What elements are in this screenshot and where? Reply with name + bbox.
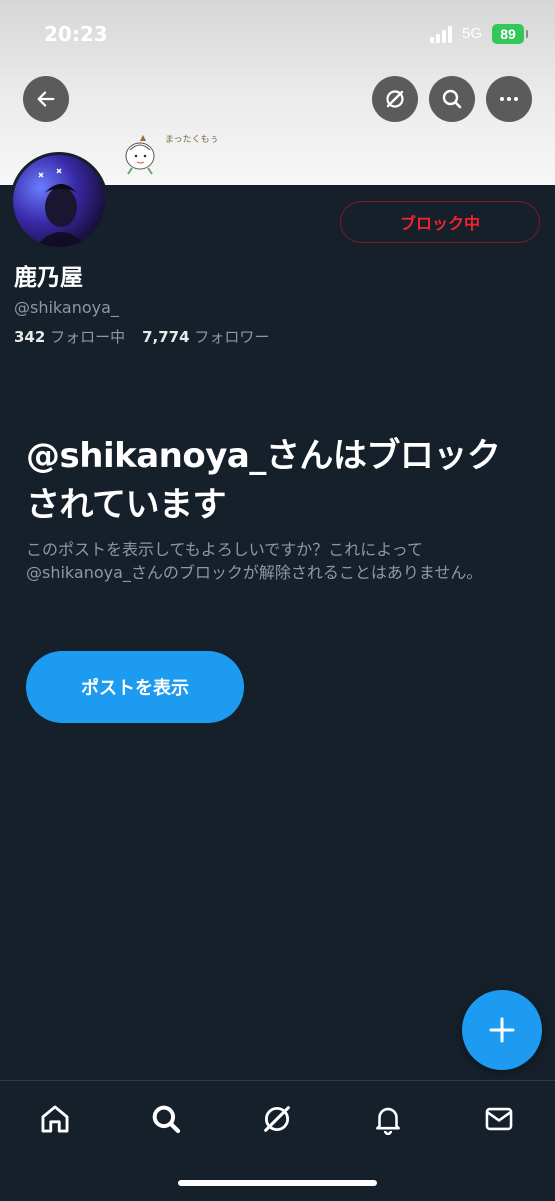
blocked-title: @shikanoya_さんはブロックされています	[26, 436, 501, 525]
more-button[interactable]	[486, 76, 532, 122]
home-icon	[41, 1105, 69, 1133]
back-button[interactable]	[23, 76, 69, 122]
grok-button[interactable]	[372, 76, 418, 122]
compose-post-button[interactable]	[462, 990, 542, 1070]
followers-count: 7,774	[142, 328, 190, 346]
status-time: 20:23	[44, 22, 108, 46]
nav-search[interactable]	[148, 1101, 184, 1137]
banner-sticker-text: まったくもぅ	[165, 135, 219, 145]
grok-icon	[386, 90, 404, 108]
search-icon	[152, 1105, 181, 1134]
more-horizontal-icon	[500, 97, 518, 101]
signal-icon	[430, 25, 456, 43]
nav-home[interactable]	[37, 1101, 73, 1137]
profile-stats: 342 フォロー中 7,774 フォロワー	[14, 326, 269, 347]
network-type: 5G	[462, 25, 483, 42]
grok-icon	[264, 1106, 290, 1132]
blocked-button[interactable]: ブロック中	[340, 201, 540, 243]
following-link[interactable]: 342 フォロー中	[14, 326, 125, 347]
plus-icon	[489, 1017, 515, 1043]
nav-notifications[interactable]	[370, 1101, 406, 1137]
profile-handle: @shikanoya_	[14, 298, 119, 317]
avatar-image	[35, 168, 87, 247]
search-icon	[442, 89, 462, 109]
arrow-left-icon	[37, 91, 55, 107]
view-posts-button[interactable]: ポストを表示	[26, 651, 244, 723]
mail-icon	[485, 1107, 513, 1131]
status-bar: 20:23 5G 89	[0, 0, 555, 70]
nav-messages[interactable]	[481, 1101, 517, 1137]
following-count: 342	[14, 328, 46, 346]
followers-link[interactable]: 7,774 フォロワー	[142, 326, 269, 347]
following-label: フォロー中	[50, 328, 126, 346]
battery-icon: 89	[492, 24, 528, 44]
blocked-description: このポストを表示してもよろしいですか？これによって@shikanoya_さんのブ…	[26, 540, 483, 582]
avatar[interactable]	[10, 152, 108, 250]
nav-grok[interactable]	[259, 1101, 295, 1137]
bell-icon	[376, 1107, 400, 1136]
followers-label: フォロワー	[194, 328, 270, 346]
battery-level: 89	[500, 26, 516, 42]
profile-display-name: 鹿乃屋	[14, 265, 83, 291]
search-button[interactable]	[429, 76, 475, 122]
home-indicator	[178, 1180, 377, 1186]
